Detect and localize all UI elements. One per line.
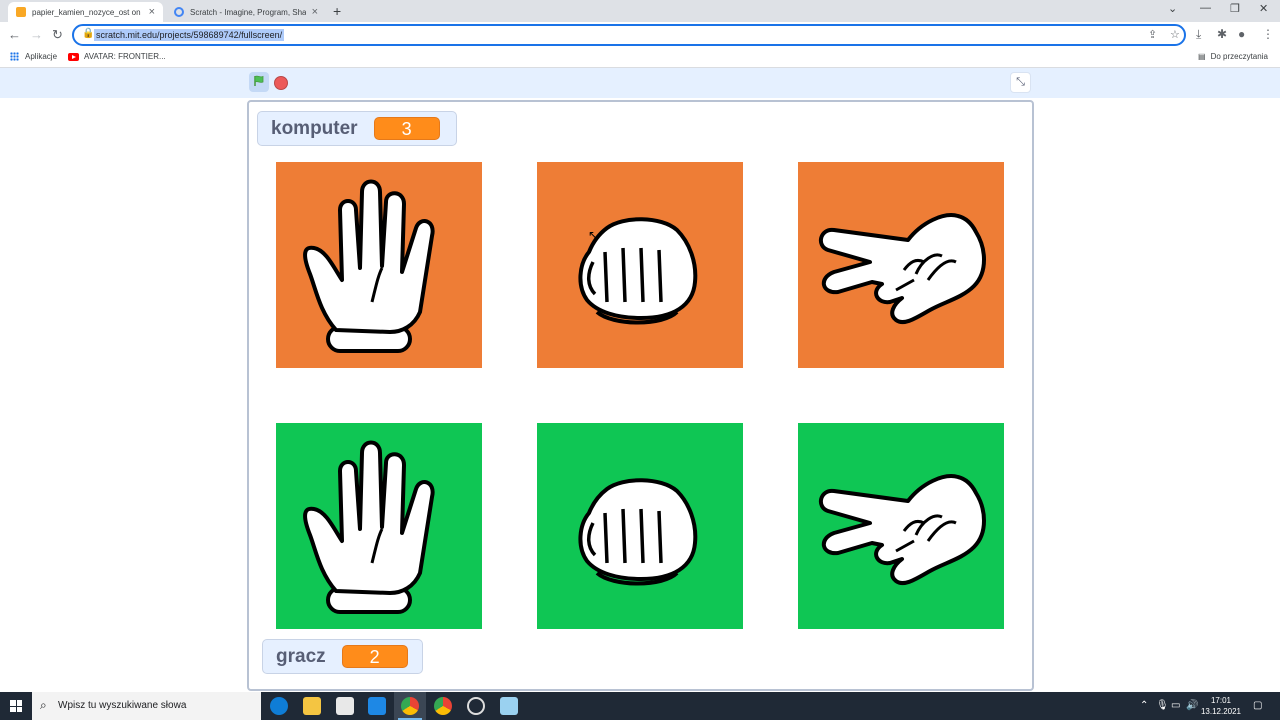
scissors-hand-icon xyxy=(798,162,1004,368)
address-bar[interactable]: 🔒 scratch.mit.edu/projects/598689742/ful… xyxy=(72,24,1186,46)
tab-search-icon[interactable]: ⌄ xyxy=(1168,2,1177,15)
tab-scratch-project[interactable]: papier_kamien_nozyce_ost on Sc × xyxy=(8,2,163,22)
edge-icon[interactable] xyxy=(270,697,288,715)
close-window-icon[interactable]: ✕ xyxy=(1259,2,1268,15)
reading-list-icon: ▤ xyxy=(1198,52,1206,61)
reading-list[interactable]: ▤ Do przeczytania xyxy=(1198,52,1268,61)
computer-paper-card[interactable] xyxy=(276,162,482,368)
bookmarks-bar: Aplikacje AVATAR: FRONTIER... ▤ Do przec… xyxy=(0,48,1280,68)
paper-hand-icon xyxy=(276,423,482,629)
mail-icon[interactable] xyxy=(368,697,386,715)
download-icon[interactable]: ⤓ xyxy=(1196,27,1201,42)
player-score-monitor: gracz 2 xyxy=(262,639,423,674)
loading-favicon-icon xyxy=(174,7,184,17)
app-icon[interactable] xyxy=(500,697,518,715)
stop-button[interactable] xyxy=(274,76,288,90)
profile-icon[interactable]: ● xyxy=(1238,27,1245,41)
extensions-icon[interactable]: ✱ xyxy=(1217,27,1227,41)
rock-fist-icon xyxy=(537,162,743,368)
store-icon[interactable] xyxy=(336,697,354,715)
player-score-label: gracz xyxy=(276,645,326,667)
youtube-icon xyxy=(68,52,79,61)
taskbar-search[interactable]: ⌕ Wpisz tu wyszukiwane słowa xyxy=(32,692,261,720)
forward-icon[interactable]: → xyxy=(30,27,43,42)
exit-fullscreen-icon[interactable]: ⤡ xyxy=(1010,72,1031,93)
close-tab-icon[interactable]: × xyxy=(149,6,155,18)
new-tab-icon[interactable]: + xyxy=(333,3,341,19)
green-flag-icon xyxy=(254,75,264,86)
obs-icon[interactable] xyxy=(467,697,485,715)
close-tab-icon[interactable]: × xyxy=(312,6,318,18)
clock-time: 17:01 xyxy=(1210,696,1232,705)
bookmark-star-icon[interactable]: ☆ xyxy=(1170,28,1180,41)
volume-icon[interactable]: 🔊 xyxy=(1186,700,1198,711)
player-paper-card[interactable] xyxy=(276,423,482,629)
rock-fist-icon xyxy=(537,423,743,629)
tab-scratch-home[interactable]: Scratch - Imagine, Program, Shar × xyxy=(166,2,326,22)
bookmark-label: Aplikacje xyxy=(25,52,58,61)
computer-score-label: komputer xyxy=(271,117,358,139)
menu-icon[interactable]: ⋮ xyxy=(1262,27,1274,41)
tray-expand-icon[interactable]: ⌃ xyxy=(1140,700,1148,711)
computer-scissors-card[interactable] xyxy=(798,162,1004,368)
share-icon[interactable]: ⇪ xyxy=(1148,28,1157,41)
chrome-profile-icon[interactable] xyxy=(434,697,452,715)
lock-icon: 🔒 xyxy=(82,28,95,39)
bookmark-avatar[interactable]: AVATAR: FRONTIER... xyxy=(68,52,166,61)
bookmark-apps[interactable]: Aplikacje xyxy=(10,52,57,61)
back-icon[interactable]: ← xyxy=(8,27,21,42)
network-icon[interactable]: ▭ xyxy=(1171,700,1180,711)
player-score-value: 2 xyxy=(341,645,408,668)
computer-score-value: 3 xyxy=(373,117,440,140)
file-explorer-icon[interactable] xyxy=(303,697,321,715)
stage-controls-bar xyxy=(0,68,1280,98)
clock-date: 13.12.2021 xyxy=(1200,707,1242,716)
windows-start-icon[interactable] xyxy=(10,700,22,712)
taskbar-clock[interactable]: 17:01 13.12.2021 xyxy=(1198,695,1244,717)
tab-title: Scratch - Imagine, Program, Shar xyxy=(190,7,306,17)
restore-icon[interactable]: ❐ xyxy=(1230,2,1240,15)
minimize-icon[interactable]: — xyxy=(1200,2,1211,14)
url-text[interactable]: scratch.mit.edu/projects/598689742/fulls… xyxy=(94,29,285,41)
computer-rock-card[interactable] xyxy=(537,162,743,368)
search-icon: ⌕ xyxy=(40,698,47,712)
chrome-icon xyxy=(401,697,419,715)
microphone-icon[interactable]: 🎙 xyxy=(1156,700,1169,711)
bookmark-label: AVATAR: FRONTIER... xyxy=(84,52,166,61)
computer-score-monitor: komputer 3 xyxy=(257,111,457,146)
reading-list-label: Do przeczytania xyxy=(1210,52,1268,61)
scratch-favicon-icon xyxy=(16,7,26,17)
scissors-hand-icon xyxy=(798,423,1004,629)
search-placeholder: Wpisz tu wyszukiwane słowa xyxy=(58,700,187,711)
paper-hand-icon xyxy=(276,162,482,368)
player-scissors-card[interactable] xyxy=(798,423,1004,629)
mouse-cursor-icon: ↖ xyxy=(588,228,599,242)
tab-title: papier_kamien_nozyce_ost on Sc xyxy=(32,7,143,17)
reload-icon[interactable]: ↻ xyxy=(52,27,63,43)
apps-grid-icon xyxy=(10,52,19,61)
notifications-icon[interactable]: ▢ xyxy=(1253,700,1262,711)
player-rock-card[interactable] xyxy=(537,423,743,629)
